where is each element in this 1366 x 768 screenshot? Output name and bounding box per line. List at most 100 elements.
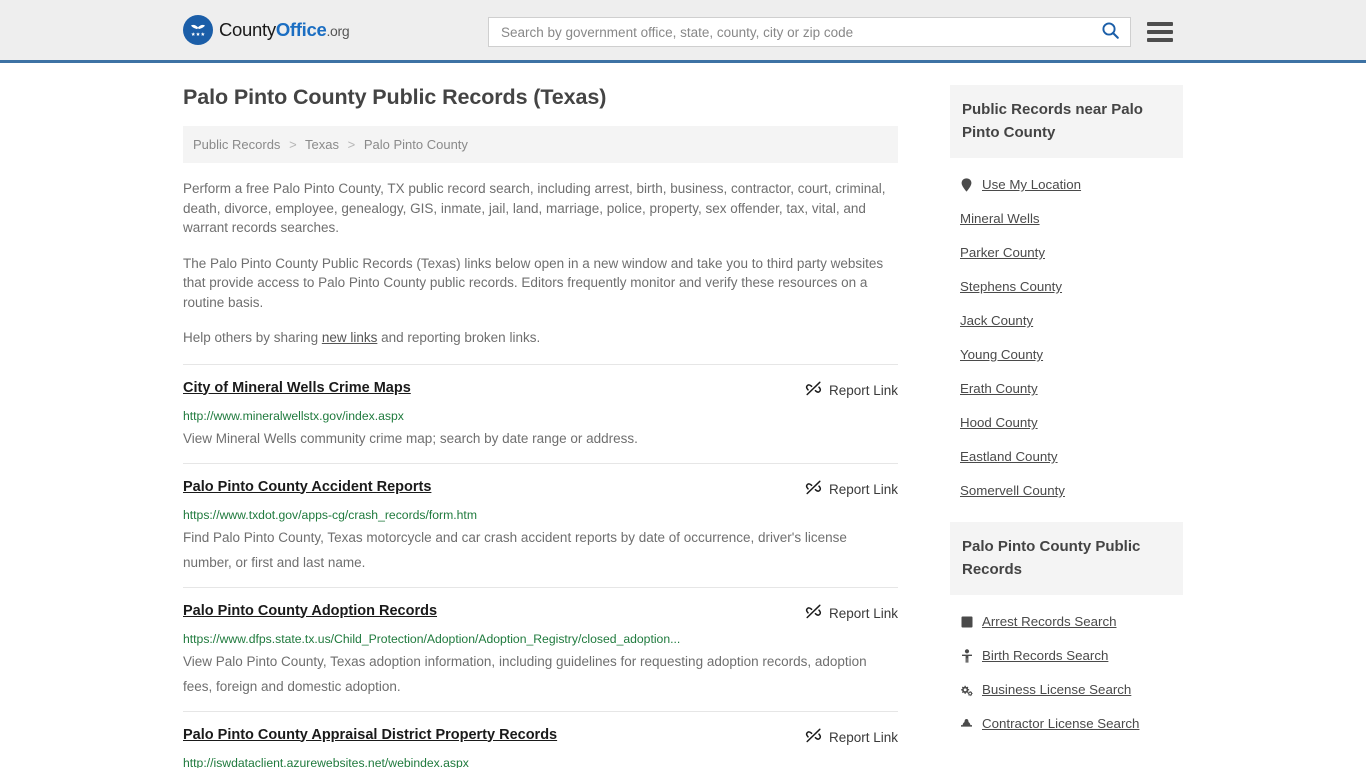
search-input[interactable] — [499, 23, 1099, 41]
panel-heading-county-records: Palo Pinto County Public Records — [950, 522, 1183, 595]
sidebar-item-eastland-county[interactable]: Eastland County — [950, 440, 1183, 474]
result-url: http://iswdataclient.azurewebsites.net/w… — [183, 755, 469, 768]
result-title-link[interactable]: Palo Pinto County Accident Reports — [183, 478, 431, 496]
sidebar-item-young-county[interactable]: Young County — [950, 338, 1183, 372]
broken-link-icon — [805, 380, 822, 402]
sidebar-column: Public Records near Palo Pinto County Us… — [950, 85, 1183, 768]
gears-icon — [960, 684, 973, 697]
help-line-after: and reporting broken links. — [377, 330, 541, 345]
sidebar-link-label[interactable]: Erath County — [960, 380, 1038, 398]
breadcrumb-item-current: Palo Pinto County — [363, 137, 468, 152]
hamburger-bar — [1147, 22, 1173, 26]
sidebar-item-birth-records-search[interactable]: Birth Records Search — [950, 639, 1183, 673]
logo-wordmark: CountyOffice.org — [219, 19, 350, 41]
sidebar-item-use-my-location[interactable]: Use My Location — [950, 168, 1183, 202]
sidebar-item-hood-county[interactable]: Hood County — [950, 406, 1183, 440]
site-logo[interactable]: CountyOffice.org — [183, 15, 350, 45]
new-links-link[interactable]: new links — [322, 330, 378, 345]
panel-public-records-nearby: Public Records near Palo Pinto County Us… — [950, 85, 1183, 508]
result-url: https://www.dfps.state.tx.us/Child_Prote… — [183, 631, 681, 646]
page-title: Palo Pinto County Public Records (Texas) — [183, 85, 607, 109]
result-header: Palo Pinto County Accident Reports Repor… — [183, 478, 898, 501]
sidebar-link-label[interactable]: Arrest Records Search — [982, 613, 1117, 631]
broken-link-icon — [805, 479, 822, 501]
map-pin-icon — [960, 178, 973, 192]
hard-hat-icon — [960, 718, 973, 730]
sidebar-item-contractor-license-search[interactable]: Contractor License Search — [950, 707, 1183, 741]
result-item: City of Mineral Wells Crime Maps Report … — [183, 363, 898, 463]
sidebar-link-label[interactable]: Contractor License Search — [982, 715, 1139, 733]
sidebar-item-arrest-records-search[interactable]: Arrest Records Search — [950, 605, 1183, 639]
report-link-label: Report Link — [828, 606, 898, 621]
report-link-label: Report Link — [828, 730, 898, 745]
help-line-before: Help others by sharing — [183, 330, 322, 345]
result-description: View Palo Pinto County, Texas adoption i… — [183, 653, 867, 694]
breadcrumb-item-public-records[interactable]: Public Records — [193, 137, 280, 152]
result-title-link[interactable]: Palo Pinto County Appraisal District Pro… — [183, 726, 557, 744]
sidebar-item-mineral-wells[interactable]: Mineral Wells — [950, 202, 1183, 236]
panel-heading-nearby: Public Records near Palo Pinto County — [950, 85, 1183, 158]
search-box[interactable] — [488, 17, 1131, 47]
result-item: Palo Pinto County Accident Reports Repor… — [183, 462, 898, 587]
site-header: CountyOffice.org — [0, 0, 1366, 63]
hamburger-bar — [1147, 30, 1173, 34]
search-button[interactable] — [1099, 21, 1122, 43]
sidebar-item-jack-county[interactable]: Jack County — [950, 304, 1183, 338]
main-content-column: Palo Pinto County Public Records (Texas)… — [183, 85, 898, 768]
result-item: Palo Pinto County Appraisal District Pro… — [183, 710, 898, 768]
sidebar-link-label[interactable]: Young County — [960, 346, 1043, 364]
breadcrumb-separator: > — [289, 137, 297, 152]
result-description: Find Palo Pinto County, Texas motorcycle… — [183, 529, 847, 570]
report-link-button[interactable]: Report Link — [805, 602, 898, 625]
hamburger-menu-icon[interactable] — [1147, 22, 1173, 42]
sidebar-link-label[interactable]: Business License Search — [982, 681, 1131, 699]
sidebar-item-business-license-search[interactable]: Business License Search — [950, 673, 1183, 707]
report-link-label: Report Link — [828, 383, 898, 398]
sidebar-item-parker-county[interactable]: Parker County — [950, 236, 1183, 270]
sidebar-link-label[interactable]: Use My Location — [982, 176, 1081, 194]
panel-body-nearby: Use My Location Mineral Wells Parker Cou… — [950, 158, 1183, 508]
intro-paragraph-1: Perform a free Palo Pinto County, TX pub… — [183, 181, 886, 235]
sidebar-item-erath-county[interactable]: Erath County — [950, 372, 1183, 406]
report-link-button[interactable]: Report Link — [805, 478, 898, 501]
help-line: Help others by sharing new links and rep… — [183, 328, 898, 348]
breadcrumb-separator: > — [347, 137, 356, 152]
panel-body-county-records: Arrest Records Search Birth Records Sear… — [950, 595, 1183, 741]
baby-icon — [960, 649, 973, 663]
sidebar-link-label[interactable]: Mineral Wells — [960, 210, 1040, 228]
sidebar-link-label[interactable]: Parker County — [960, 244, 1045, 262]
report-link-label: Report Link — [828, 482, 898, 497]
result-item: Palo Pinto County Adoption Records Repor… — [183, 586, 898, 711]
breadcrumb-item-texas[interactable]: Texas — [305, 137, 339, 152]
report-link-button[interactable]: Report Link — [805, 379, 898, 402]
eagle-shield-logo-icon — [183, 15, 213, 45]
broken-link-icon — [805, 727, 822, 749]
panel-county-public-records: Palo Pinto County Public Records Arrest … — [950, 522, 1183, 741]
sidebar-link-label[interactable]: Jack County — [960, 312, 1033, 330]
page-body: Palo Pinto County Public Records (Texas)… — [183, 63, 1183, 768]
sidebar-item-stephens-county[interactable]: Stephens County — [950, 270, 1183, 304]
report-link-button[interactable]: Report Link — [805, 726, 898, 749]
hamburger-bar — [1147, 38, 1173, 42]
result-url: https://www.txdot.gov/apps-cg/crash_reco… — [183, 507, 477, 522]
logo-text-county: County — [219, 19, 276, 40]
sidebar-link-label[interactable]: Somervell County — [960, 482, 1065, 500]
broken-link-icon — [805, 603, 822, 625]
result-header: City of Mineral Wells Crime Maps Report … — [183, 379, 898, 402]
header-inner: CountyOffice.org — [183, 0, 1183, 60]
logo-text-org: .org — [326, 23, 350, 39]
sidebar-item-somervell-county[interactable]: Somervell County — [950, 474, 1183, 508]
result-description: View Mineral Wells community crime map; … — [183, 430, 638, 446]
fingerprint-square-icon — [960, 616, 973, 628]
result-title-link[interactable]: City of Mineral Wells Crime Maps — [183, 379, 411, 397]
sidebar-link-label[interactable]: Eastland County — [960, 448, 1058, 466]
result-header: Palo Pinto County Appraisal District Pro… — [183, 726, 898, 749]
sidebar-link-label[interactable]: Stephens County — [960, 278, 1062, 296]
logo-text-office: Office — [275, 19, 327, 40]
sidebar-link-label[interactable]: Hood County — [960, 414, 1038, 432]
result-title-link[interactable]: Palo Pinto County Adoption Records — [183, 602, 437, 620]
search-area — [488, 17, 1173, 47]
sidebar-link-label[interactable]: Birth Records Search — [982, 647, 1108, 665]
search-icon — [1101, 21, 1120, 43]
result-header: Palo Pinto County Adoption Records Repor… — [183, 602, 898, 625]
